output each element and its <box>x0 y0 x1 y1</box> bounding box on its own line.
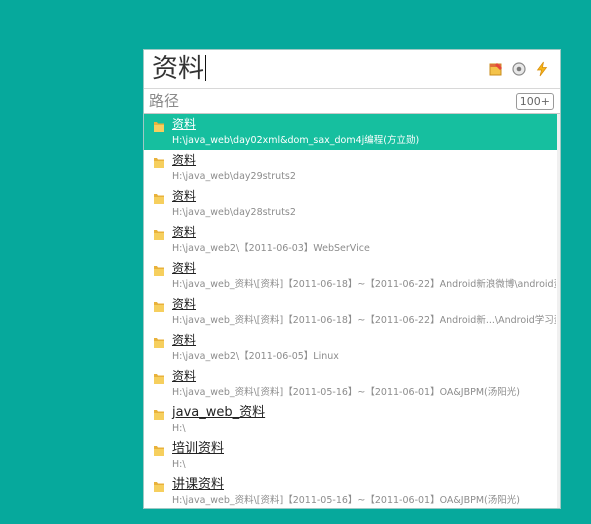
list-item[interactable]: 讲课资料 H:\java_web_资料\[资料]【2011-05-16】~【201… <box>144 474 560 508</box>
results-scrollbar[interactable] <box>557 114 560 508</box>
lightning-icon[interactable] <box>534 61 550 77</box>
list-item[interactable]: 资料 H:\java_web\day29struts2 <box>144 150 560 186</box>
folder-icon <box>153 118 165 132</box>
result-path: H:\java_web2\【2011-06-05】Linux <box>172 351 339 362</box>
list-item[interactable]: 资料 H:\java_web2\【2011-06-05】Linux <box>144 330 560 366</box>
result-name: 资料 <box>172 189 197 203</box>
list-item[interactable]: 资料 H:\java_web\day02xml&dom_sax_dom4j编程(方… <box>144 114 560 150</box>
result-name: java_web_资料 <box>172 405 266 420</box>
result-path: H:\java_web2\【2011-06-03】WebSerVice <box>172 243 370 254</box>
result-path: H:\ <box>172 459 186 470</box>
folder-icon <box>153 478 165 492</box>
result-path: H:\java_web\day02xml&dom_sax_dom4j编程(方立勋… <box>172 135 420 146</box>
folder-icon <box>153 334 165 348</box>
folder-icon <box>153 226 165 240</box>
folder-icon <box>153 298 165 312</box>
list-item[interactable]: java_web_资料 H:\ <box>144 402 560 438</box>
results-list: 资料 H:\java_web\day02xml&dom_sax_dom4j编程(方… <box>144 114 560 508</box>
result-path: H:\java_web_资料\[资料]【2011-06-18】~【2011-06… <box>172 315 556 326</box>
result-count-badge: 100+ <box>515 93 554 110</box>
search-panel: 资料 路径 100+ 资料 H:\java_web\day02xml&dom_sa… <box>143 49 561 509</box>
result-name: 资料 <box>172 225 197 239</box>
result-path: H:\java_web\day28struts2 <box>172 207 296 218</box>
result-path: H:\java_web_资料\[资料]【2011-06-18】~【2011-06… <box>172 279 556 290</box>
result-name: 讲课资料 <box>172 477 225 492</box>
folder-icon <box>153 370 165 384</box>
folder-icon <box>153 406 165 420</box>
folder-icon <box>153 154 165 168</box>
folder-icon <box>153 442 165 456</box>
folder-icon <box>153 262 165 276</box>
result-name: 资料 <box>172 117 197 131</box>
result-path: H:\ <box>172 423 186 434</box>
path-filter-field[interactable]: 路径 100+ <box>144 89 560 114</box>
search-input[interactable]: 资料 <box>152 54 207 84</box>
result-path: H:\java_web_资料\[资料]【2011-05-16】~【2011-06… <box>172 387 520 398</box>
search-bar[interactable]: 资料 <box>144 50 560 89</box>
list-item[interactable]: 资料 H:\java_web_资料\[资料]【2011-06-18】~【2011-… <box>144 294 560 330</box>
list-item[interactable]: 资料 H:\java_web2\【2011-06-03】WebSerVice <box>144 222 560 258</box>
result-name: 资料 <box>172 261 197 275</box>
text-caret <box>205 54 207 81</box>
settings-icon[interactable] <box>511 61 527 77</box>
result-name: 资料 <box>172 333 197 347</box>
result-path: H:\java_web_资料\[资料]【2011-05-16】~【2011-06… <box>172 495 520 506</box>
result-name: 培训资料 <box>172 441 225 456</box>
folder-icon <box>153 190 165 204</box>
result-name: 资料 <box>172 297 197 311</box>
note-icon[interactable] <box>488 61 504 77</box>
result-path: H:\java_web\day29struts2 <box>172 171 296 182</box>
path-filter-placeholder: 路径 <box>149 92 180 110</box>
result-name: 资料 <box>172 153 197 167</box>
list-item[interactable]: 资料 H:\java_web_资料\[资料]【2011-06-18】~【2011-… <box>144 258 560 294</box>
list-item[interactable]: 资料 H:\java_web_资料\[资料]【2011-05-16】~【2011-… <box>144 366 560 402</box>
list-item[interactable]: 培训资料 H:\ <box>144 438 560 474</box>
search-query-text: 资料 <box>152 54 205 84</box>
result-name: 资料 <box>172 369 197 383</box>
list-item[interactable]: 资料 H:\java_web\day28struts2 <box>144 186 560 222</box>
